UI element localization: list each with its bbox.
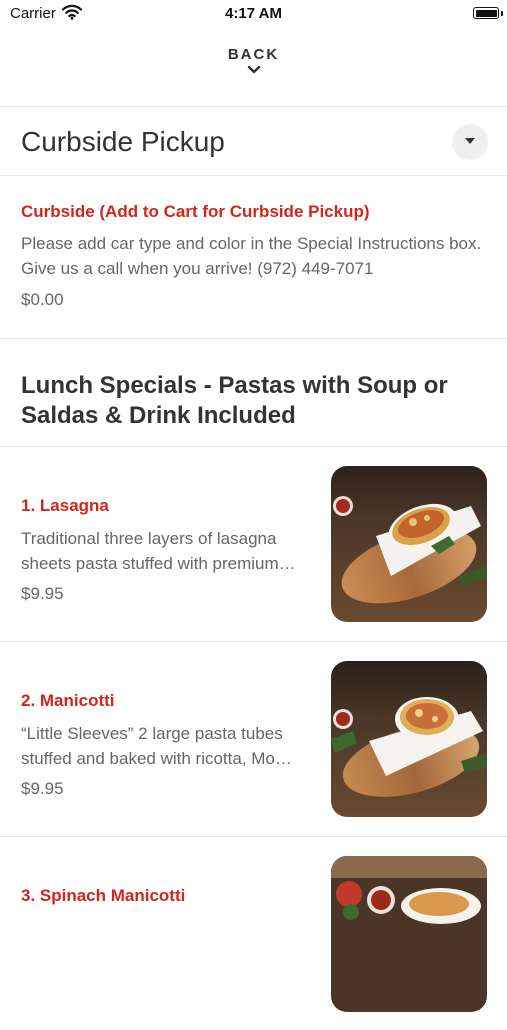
item-description: Please add car type and color in the Spe… — [21, 234, 482, 278]
status-bar: Carrier 4:17 AM — [0, 0, 507, 30]
item-name: 1. Lasagna — [21, 496, 109, 515]
item-photo — [331, 466, 487, 622]
category-title: Lunch Specials - Pastas with Soup or Sal… — [21, 372, 448, 429]
clock-time: 4:17 AM — [225, 5, 282, 22]
section-dropdown-button[interactable] — [452, 124, 488, 160]
item-name: Curbside (Add to Cart for Curbside Picku… — [21, 202, 370, 221]
battery-nub — [501, 11, 503, 16]
back-button[interactable]: BACK — [0, 46, 507, 94]
caret-down-icon — [465, 138, 475, 144]
menu-item[interactable]: 1. Lasagna Traditional three layers of l… — [0, 446, 507, 640]
item-photo — [331, 856, 487, 1012]
section-header: Curbside Pickup — [0, 108, 507, 174]
menu-item[interactable]: 2. Manicotti “Little Sleeves” 2 large pa… — [0, 641, 507, 835]
category-header: Lunch Specials - Pastas with Soup or Sal… — [0, 340, 507, 446]
item-description: Traditional three layers of lasagna shee… — [21, 529, 296, 573]
item-description: “Little Sleeves” 2 large pasta tubes stu… — [21, 724, 292, 768]
menu-item[interactable]: 3. Spinach Manicotti — [0, 836, 507, 1030]
item-name: 3. Spinach Manicotti — [21, 886, 186, 905]
item-price: $9.95 — [21, 584, 64, 603]
item-price: $9.95 — [21, 779, 64, 798]
item-price: $0.00 — [21, 290, 64, 309]
item-name: 2. Manicotti — [21, 691, 115, 710]
divider — [0, 106, 507, 107]
divider — [0, 338, 507, 339]
section-title: Curbside Pickup — [21, 126, 225, 157]
chevron-down-icon — [247, 65, 260, 74]
item-photo — [331, 661, 487, 817]
curbside-item[interactable]: Curbside (Add to Cart for Curbside Picku… — [0, 176, 507, 338]
back-label: BACK — [227, 46, 280, 63]
battery-icon — [473, 7, 499, 19]
